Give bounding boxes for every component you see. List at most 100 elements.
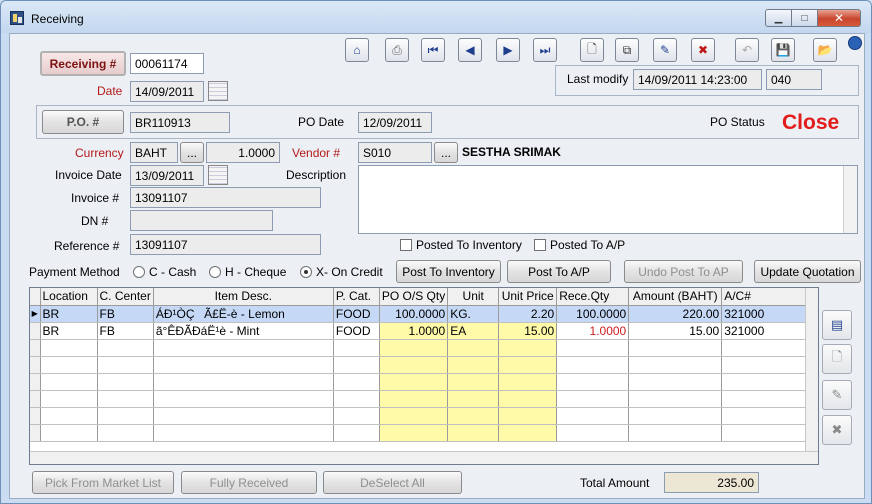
- post-to-inventory-button[interactable]: Post To Inventory: [396, 260, 501, 283]
- grid-select-icon[interactable]: ▤: [822, 310, 852, 340]
- column-header[interactable]: Amount (BAHT): [628, 288, 723, 306]
- posted-ap-checkbox[interactable]: Posted To A/P: [534, 238, 625, 252]
- invoice-calendar-icon[interactable]: [208, 165, 228, 185]
- column-header[interactable]: P. Cat.: [333, 288, 380, 306]
- cell-cost-center[interactable]: FB: [97, 322, 154, 340]
- cell-location[interactable]: BR: [40, 305, 98, 323]
- column-header[interactable]: Rece.Qty: [556, 288, 630, 306]
- column-header[interactable]: PO O/S Qty: [379, 288, 449, 306]
- cell-amount[interactable]: 15.00: [628, 322, 723, 340]
- vendor-lookup-button[interactable]: ...: [434, 142, 458, 163]
- payment-credit-radio[interactable]: X- On Credit: [300, 265, 383, 279]
- deselect-all-button[interactable]: DeSelect All: [323, 471, 462, 494]
- title-bar[interactable]: Receiving ▁ □ ✕: [1, 1, 871, 33]
- cell-category[interactable]: FOOD: [333, 305, 380, 323]
- receiving-number-field[interactable]: 00061174: [130, 53, 204, 74]
- posted-inventory-checkbox[interactable]: Posted To Inventory: [400, 238, 522, 252]
- empty-row[interactable]: [30, 390, 809, 408]
- copy-document-icon[interactable]: ⧉: [615, 38, 639, 62]
- po-number-button[interactable]: P.O. #: [42, 110, 124, 134]
- undo-post-ap-button[interactable]: Undo Post To AP: [624, 260, 743, 283]
- home-icon[interactable]: ⌂: [345, 38, 369, 62]
- cell-item-desc[interactable]: ÁÐ¹ÒÇÃ£Ë-è - Lemon: [153, 305, 334, 323]
- close-button[interactable]: ✕: [817, 9, 861, 27]
- empty-row[interactable]: [30, 407, 809, 425]
- po-number-field[interactable]: BR110913: [130, 112, 230, 133]
- edit-document-icon[interactable]: ✎: [653, 38, 677, 62]
- open-folder-icon[interactable]: 📂: [813, 38, 837, 62]
- cell-account[interactable]: 321000: [721, 305, 809, 323]
- receiving-number-button[interactable]: Receiving #: [40, 51, 126, 76]
- currency-lookup-button[interactable]: ...: [180, 142, 204, 163]
- payment-cheque-label: H - Cheque: [225, 265, 287, 279]
- next-record-icon[interactable]: ▶: [496, 38, 520, 62]
- cell-unit-price[interactable]: 2.20: [498, 305, 558, 323]
- invoice-number-field[interactable]: 13091107: [130, 187, 321, 208]
- empty-row[interactable]: [30, 373, 809, 391]
- grid-horizontal-scrollbar[interactable]: [30, 451, 818, 464]
- vendor-code-field[interactable]: S010: [358, 142, 432, 163]
- minimize-button[interactable]: ▁: [765, 9, 792, 27]
- first-record-icon[interactable]: ⏮: [421, 38, 445, 62]
- empty-row[interactable]: [30, 356, 809, 374]
- cell-po-os-qty[interactable]: 1.0000: [379, 322, 449, 340]
- items-grid[interactable]: Location C. Center Item Desc. P. Cat. PO…: [29, 287, 819, 465]
- cell-category[interactable]: FOOD: [333, 322, 380, 340]
- update-quotation-button[interactable]: Update Quotation: [754, 260, 861, 283]
- cell-location[interactable]: BR: [40, 322, 98, 340]
- last-record-icon[interactable]: ⏭: [533, 38, 557, 62]
- payment-cash-radio[interactable]: C - Cash: [133, 265, 196, 279]
- column-header[interactable]: Location: [40, 288, 98, 306]
- column-header[interactable]: A/C#: [721, 288, 809, 306]
- cell-unit-price[interactable]: 15.00: [498, 322, 558, 340]
- reference-field[interactable]: 13091107: [130, 234, 321, 255]
- fully-received-button[interactable]: Fully Received: [181, 471, 317, 494]
- date-calendar-icon[interactable]: [208, 81, 228, 101]
- total-amount-label: Total Amount: [580, 476, 650, 490]
- column-header[interactable]: Item Desc.: [153, 288, 334, 306]
- vendor-label: Vendor #: [292, 146, 341, 160]
- invoice-date-field[interactable]: 13/09/2011: [130, 165, 204, 186]
- post-to-ap-button[interactable]: Post To A/P: [507, 260, 611, 283]
- cell-item-desc[interactable]: ã°ÊÐÃÐáË¹è - Mint: [153, 322, 334, 340]
- prev-record-icon[interactable]: ◀: [458, 38, 482, 62]
- print-icon[interactable]: ⎙: [385, 38, 409, 62]
- column-header[interactable]: Unit Price: [498, 288, 558, 306]
- date-field[interactable]: 14/09/2011: [130, 81, 204, 102]
- globe-icon[interactable]: [848, 36, 862, 50]
- save-icon[interactable]: 💾: [771, 38, 795, 62]
- grid-vertical-scrollbar[interactable]: [805, 288, 818, 452]
- radio-dot: [209, 266, 221, 278]
- description-textarea[interactable]: [358, 165, 858, 234]
- exchange-rate-field[interactable]: 1.0000: [206, 142, 280, 163]
- dn-number-label: DN #: [81, 214, 109, 228]
- grid-delete-row-icon[interactable]: ✖: [822, 415, 852, 445]
- column-header[interactable]: C. Center: [97, 288, 154, 306]
- maximize-button[interactable]: □: [791, 9, 818, 27]
- row-indicator: [30, 322, 41, 340]
- cell-account[interactable]: 321000: [721, 322, 809, 340]
- empty-row[interactable]: [30, 339, 809, 357]
- payment-cheque-radio[interactable]: H - Cheque: [209, 265, 286, 279]
- new-document-icon[interactable]: 🗋: [580, 38, 604, 62]
- table-header-row: Location C. Center Item Desc. P. Cat. PO…: [30, 288, 809, 306]
- undo-icon[interactable]: ↶: [735, 38, 759, 62]
- grid-new-row-icon[interactable]: 🗋: [822, 344, 852, 374]
- cell-amount[interactable]: 220.00: [628, 305, 723, 323]
- description-scrollbar[interactable]: [843, 166, 857, 233]
- empty-row[interactable]: [30, 424, 809, 442]
- table-row[interactable]: ▶ BR FB ÁÐ¹ÒÇÃ£Ë-è - Lemon FOOD 100.000…: [30, 305, 809, 323]
- delete-document-icon[interactable]: ✖: [691, 38, 715, 62]
- table-row[interactable]: BR FB ã°ÊÐÃÐáË¹è - Mint FOOD 1.0000 EA 1…: [30, 322, 809, 340]
- pick-from-market-list-button[interactable]: Pick From Market List: [32, 471, 174, 494]
- cell-rece-qty[interactable]: 100.0000: [556, 305, 630, 323]
- cell-cost-center[interactable]: FB: [97, 305, 154, 323]
- cell-unit[interactable]: KG.: [447, 305, 500, 323]
- dn-number-field[interactable]: [130, 210, 273, 231]
- cell-rece-qty[interactable]: 1.0000: [556, 322, 630, 340]
- column-header[interactable]: Unit: [447, 288, 500, 306]
- grid-edit-row-icon[interactable]: ✎: [822, 380, 852, 410]
- cell-unit[interactable]: EA: [447, 322, 500, 340]
- cell-po-os-qty[interactable]: 100.0000: [379, 305, 449, 323]
- currency-field[interactable]: BAHT: [130, 142, 178, 163]
